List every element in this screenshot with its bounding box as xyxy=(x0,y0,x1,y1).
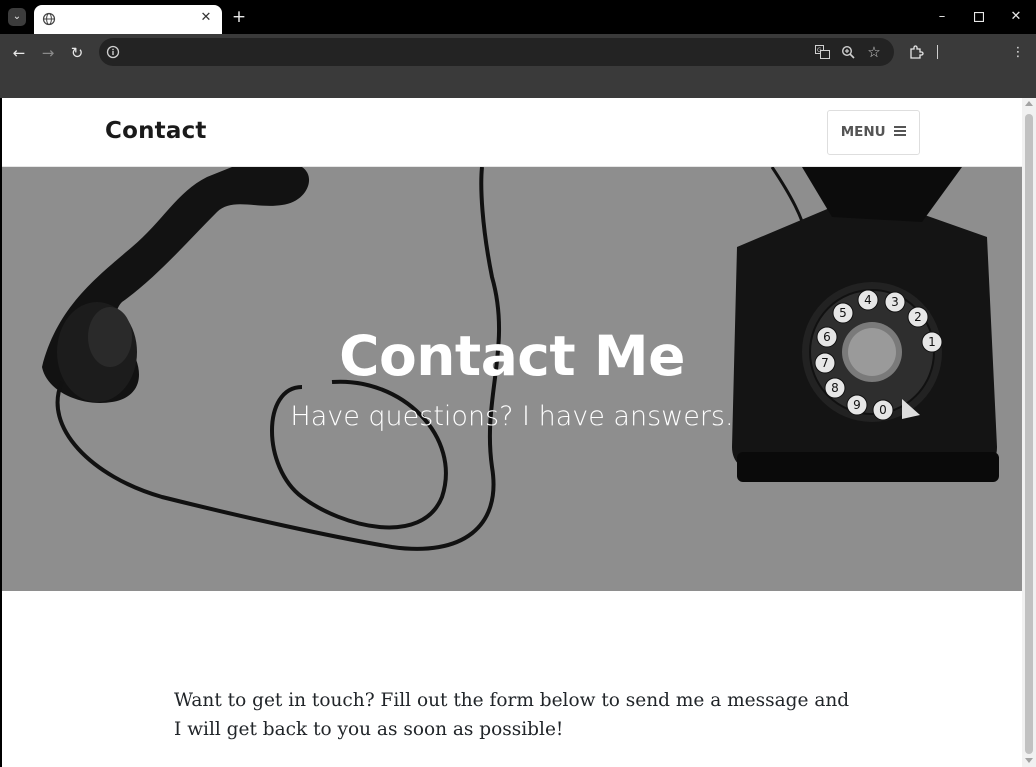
page-viewport: Contact MENU 4 3 2 1 5 6 7 8 9 0 Contact… xyxy=(2,98,1022,767)
hero-subtitle: Have questions? I have answers. xyxy=(290,401,734,432)
star-icon[interactable]: ☆ xyxy=(865,43,883,61)
chevron-down-icon[interactable]: ⌄ xyxy=(8,8,26,26)
arrow-right-icon[interactable]: → xyxy=(38,43,58,63)
hamburger-icon xyxy=(894,126,907,136)
globe-icon xyxy=(42,12,56,26)
contact-intro-text: Want to get in touch? Fill out the form … xyxy=(174,690,850,740)
close-icon[interactable]: ✕ xyxy=(198,10,214,26)
close-window-icon[interactable]: ✕ xyxy=(1007,8,1025,26)
hero-banner: 43 21 56 78 90 Contact Me Have questions… xyxy=(2,167,1022,591)
svg-text:2: 2 xyxy=(914,310,922,324)
svg-text:4: 4 xyxy=(864,293,872,307)
menu-label: MENU xyxy=(840,124,886,140)
svg-text:5: 5 xyxy=(839,306,847,320)
plus-icon[interactable]: + xyxy=(230,8,248,26)
more-vertical-icon[interactable]: ⋮ xyxy=(1008,43,1028,63)
browser-tab-bar: ⌄ ✕ + – ✕ xyxy=(0,0,1036,34)
info-icon[interactable] xyxy=(104,43,122,61)
svg-text:G: G xyxy=(817,47,822,54)
zoom-icon[interactable] xyxy=(839,43,857,61)
arrow-left-icon[interactable]: ← xyxy=(9,43,29,63)
svg-text:3: 3 xyxy=(891,295,899,309)
menu-button[interactable]: MENU xyxy=(827,110,920,155)
page-scrollbar[interactable] xyxy=(1022,98,1036,767)
reload-icon[interactable]: ↻ xyxy=(67,43,87,63)
scroll-up-arrow-icon[interactable] xyxy=(1025,101,1033,106)
scroll-thumb[interactable] xyxy=(1025,114,1033,754)
maximize-icon[interactable] xyxy=(970,8,988,26)
toolbar-divider xyxy=(937,45,938,59)
address-bar[interactable]: G ☆ xyxy=(99,38,894,66)
puzzle-icon[interactable] xyxy=(906,43,926,63)
browser-toolbar: ← → ↻ G ☆ ⋮ xyxy=(0,34,1036,98)
site-header: Contact MENU xyxy=(2,98,1022,167)
hero-title: Contact Me xyxy=(339,324,685,388)
browser-tab[interactable]: ✕ xyxy=(34,5,222,34)
scroll-down-arrow-icon[interactable] xyxy=(1025,758,1033,763)
site-brand[interactable]: Contact xyxy=(105,118,207,144)
minimize-icon[interactable]: – xyxy=(933,8,951,26)
translate-icon[interactable]: G xyxy=(813,43,831,61)
